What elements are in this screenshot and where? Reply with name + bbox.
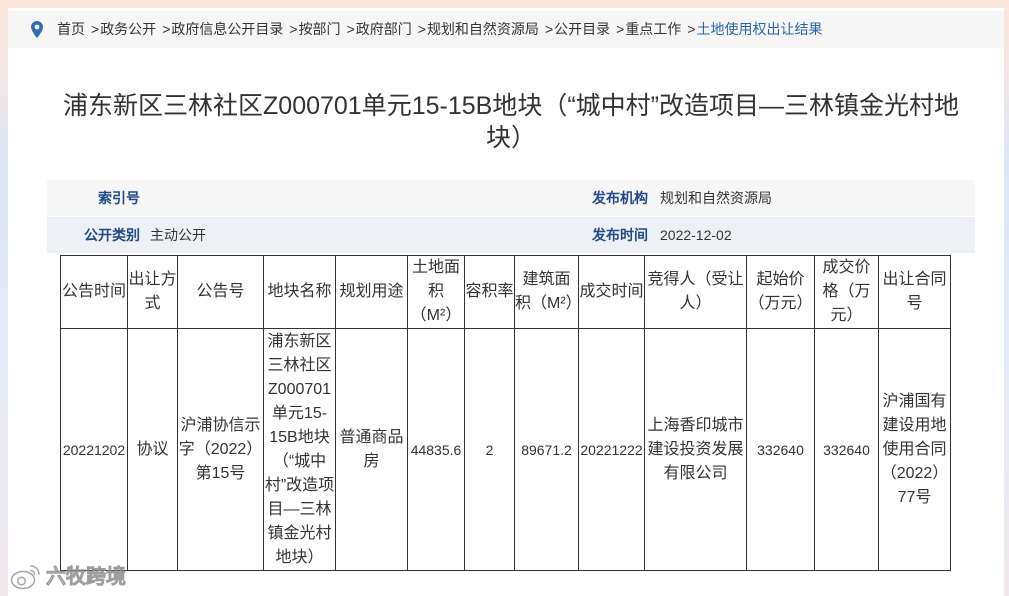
breadcrumb-item-info-disclosure-catalog[interactable]: 政府信息公开目录 [171,21,283,37]
location-pin-icon [31,21,43,38]
category-label: 公开类别 [84,227,140,243]
cell-contract-number: 沪浦国有建设用地使用合同（2022）77号 [878,328,951,571]
cell-plot-ratio: 2 [464,328,515,571]
breadcrumb-item-planning-resources-bureau[interactable]: 规划和自然资源局 [427,21,539,37]
meta-row: 索引号 发布机构 规划和自然资源局 [47,180,975,216]
breadcrumb: 首页 >政务公开 >政府信息公开目录 >按部门 >政府部门 >规划和自然资源局 >公开目录 >… [8,11,1004,48]
cell-building-area: 89671.2 [514,328,579,571]
breadcrumb-separator: > [162,21,171,37]
publish-date-value: 2022-12-02 [660,227,732,243]
breadcrumb-separator: > [289,21,298,37]
breadcrumb-separator: > [417,21,426,37]
cell-planned-use: 普通商品房 [335,328,408,571]
column-header-transfer-method: 出让方式 [127,255,178,329]
column-header-winning-bidder: 竞得人（受让人） [644,255,747,329]
breadcrumb-item-land-transfer-results[interactable]: 土地使用权出让结果 [697,21,823,37]
breadcrumb-separator: > [616,21,625,37]
breadcrumb-separator: > [346,21,355,37]
cell-transaction-price: 332640 [814,328,879,571]
cell-land-area: 44835.6 [407,328,465,571]
land-transfer-result-table: 公告时间 出让方式 公告号 地块名称 规划用途 土地面积（M²） 容积率 建筑面… [60,255,951,571]
cell-transfer-method: 协议 [127,328,178,571]
publisher-label: 发布机构 [592,190,648,206]
breadcrumb-separator: > [544,21,554,37]
cell-winning-bidder: 上海香印城市建设投资发展有限公司 [644,328,747,571]
breadcrumb-item-government-departments[interactable]: 政府部门 [356,21,412,37]
column-header-announcement-number: 公告号 [177,255,264,329]
publisher-value: 规划和自然资源局 [660,190,772,206]
breadcrumb-item-home[interactable]: 首页 [57,21,85,37]
column-header-building-area: 建筑面积（M²） [514,255,582,329]
breadcrumb-item-by-department[interactable]: 按部门 [299,21,341,37]
cell-starting-price: 332640 [746,328,815,571]
watermark-text: 六牧跨境 [46,566,127,589]
breadcrumb-item-government-affairs[interactable]: 政务公开 [100,21,156,37]
column-header-parcel-name: 地块名称 [263,255,336,329]
meta-row: 公开类别 主动公开 发布时间 2022-12-02 [47,217,975,253]
breadcrumb-item-key-work[interactable]: 重点工作 [625,21,681,37]
breadcrumb-trail: 首页 >政务公开 >政府信息公开目录 >按部门 >政府部门 >规划和自然资源局 >公开目录 >… [57,11,823,48]
cell-parcel-name: 浦东新区三林社区Z000701单元15-15B地块（“城中村”改造项目—三林镇金… [263,328,336,571]
breadcrumb-separator: > [687,21,696,37]
column-header-land-area: 土地面积（M²） [407,255,465,329]
category-value: 主动公开 [150,227,206,243]
table-row: 20221202 协议 沪浦协信示字（2022）第15号 浦东新区三林社区Z00… [60,328,951,571]
cell-announcement-number: 沪浦协信示字（2022）第15号 [177,328,264,571]
column-header-starting-price: 起始价（万元） [746,255,815,329]
table-header-row: 公告时间 出让方式 公告号 地块名称 规划用途 土地面积（M²） 容积率 建筑面… [60,255,951,329]
column-header-announcement-date: 公告时间 [60,255,128,329]
publish-date-label: 发布时间 [592,227,648,243]
column-header-plot-ratio: 容积率 [464,255,515,329]
breadcrumb-item-disclosure-catalog[interactable]: 公开目录 [554,21,610,37]
column-header-planned-use: 规划用途 [335,255,408,329]
cell-transaction-date: 20221222 [578,328,645,571]
column-header-contract-number: 出让合同号 [878,255,951,329]
column-header-transaction-price: 成交价格（万元） [814,255,879,329]
page-title: 浦东新区三林社区Z000701单元15-15B地块（“城中村”改造项目—三林镇金… [63,92,959,152]
column-header-transaction-date: 成交时间 [578,255,645,329]
cell-announcement-date: 20221202 [60,328,128,571]
index-number-label: 索引号 [98,190,140,206]
breadcrumb-separator: > [91,21,100,37]
document-meta: 索引号 发布机构 规划和自然资源局 公开类别 主动公开 发布时间 2022-12… [47,180,975,253]
weibo-logo-icon [10,563,42,591]
